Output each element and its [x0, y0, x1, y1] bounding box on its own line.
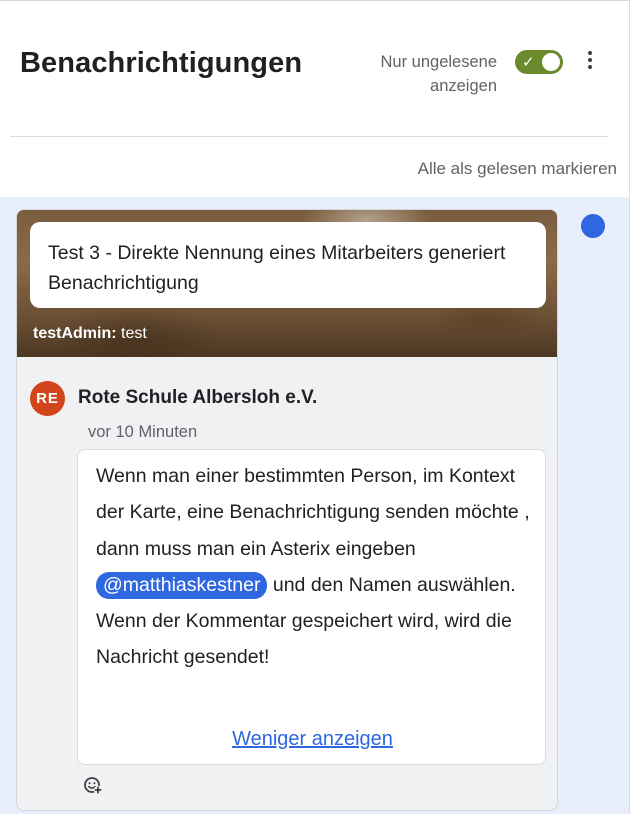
- header-divider: [10, 136, 608, 137]
- user-mention[interactable]: @matthiaskestner: [96, 571, 268, 599]
- show-less-link[interactable]: Weniger anzeigen: [78, 728, 547, 751]
- mark-all-read-link[interactable]: Alle als gelesen markieren: [418, 159, 617, 179]
- notification-list: Test 3 - Direkte Nennung eines Mitarbeit…: [0, 197, 629, 814]
- more-vertical-icon[interactable]: [580, 47, 600, 73]
- add-reaction-icon[interactable]: [83, 775, 103, 795]
- notifications-panel: Benachrichtigungen Nur ungelesene anzeig…: [0, 0, 629, 814]
- scrollbar-track[interactable]: [629, 0, 637, 814]
- avatar: RE: [30, 381, 65, 416]
- unread-indicator[interactable]: [581, 214, 605, 238]
- card-meta-text: test: [121, 325, 147, 342]
- comment-box: Wenn man einer bestimmten Person, im Kon…: [77, 449, 546, 765]
- toggle-knob: [542, 53, 560, 71]
- notification-card[interactable]: Test 3 - Direkte Nennung eines Mitarbeit…: [16, 209, 558, 811]
- card-meta: testAdmin: test: [33, 325, 147, 343]
- unread-only-toggle[interactable]: ✓: [515, 50, 563, 74]
- card-banner-image: Test 3 - Direkte Nennung eines Mitarbeit…: [17, 210, 557, 357]
- author-name: Rote Schule Albersloh e.V.: [78, 387, 318, 408]
- timestamp: vor 10 Minuten: [88, 423, 198, 441]
- panel-header: Benachrichtigungen Nur ungelesene anzeig…: [0, 1, 629, 136]
- comment-text-before: Wenn man einer bestimmten Person, im Kon…: [96, 465, 530, 560]
- card-title[interactable]: Test 3 - Direkte Nennung eines Mitarbeit…: [30, 222, 546, 308]
- check-icon: ✓: [522, 53, 535, 71]
- page-title: Benachrichtigungen: [20, 47, 303, 79]
- card-meta-user: testAdmin:: [33, 325, 117, 342]
- unread-only-label: Nur ungelesene anzeigen: [380, 53, 498, 95]
- comment-text: Wenn man einer bestimmten Person, im Kon…: [96, 458, 536, 676]
